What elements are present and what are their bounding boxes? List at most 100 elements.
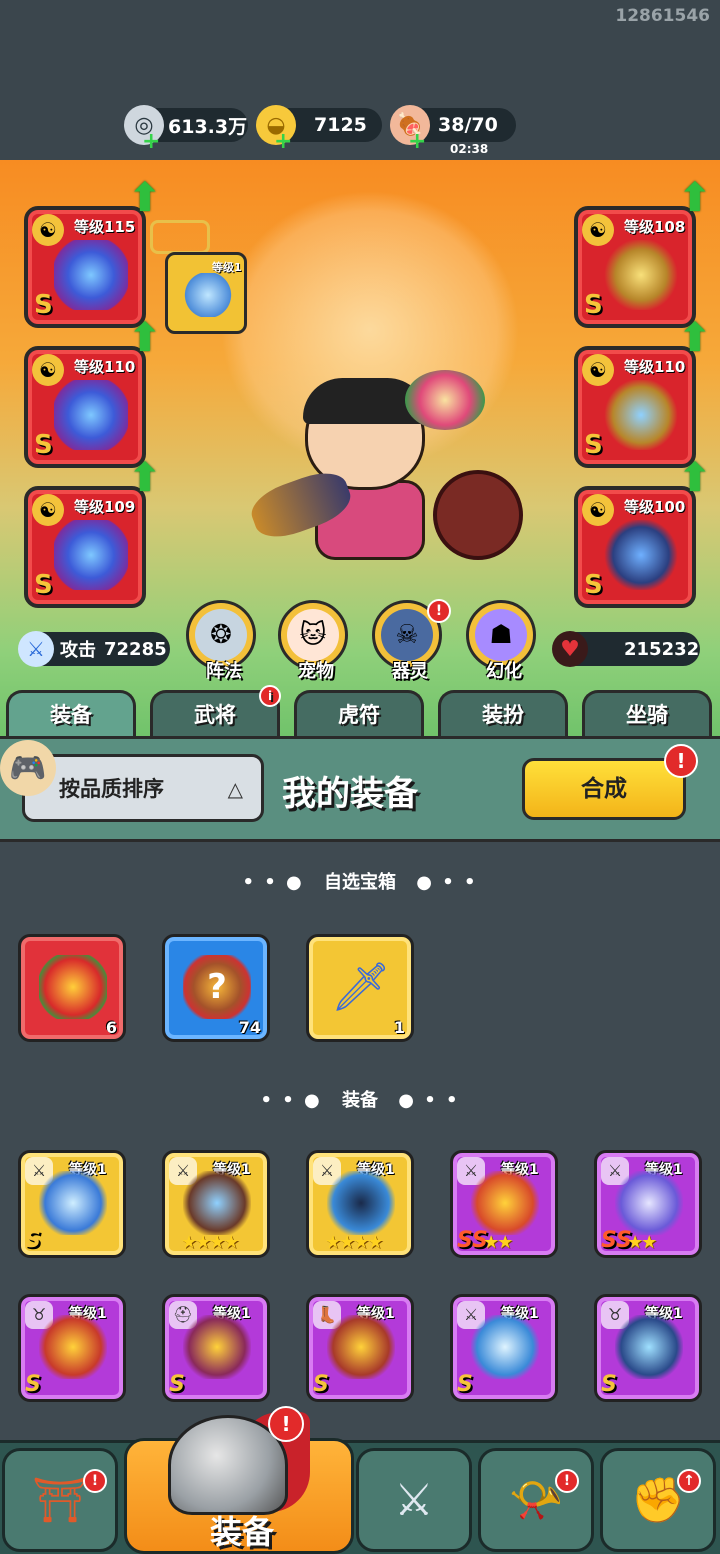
add-coins-icon[interactable]: + [142, 129, 160, 154]
gate-icon: ⛩ [32, 1475, 88, 1526]
tab-costume[interactable]: 装扮 [438, 690, 568, 736]
attack-label: 攻击 [60, 640, 96, 661]
chest-section-header: • • ● 自选宝箱 ● • • [0, 868, 720, 894]
equip-slot-accessory-2[interactable]: ☯ 等级110 S [574, 346, 696, 468]
trident-icon [615, 1171, 683, 1235]
grade-label: S [34, 570, 53, 600]
formation-button[interactable]: ❂ 阵法 [186, 600, 256, 682]
grade-label: S [34, 290, 53, 320]
stamina-value: 38/70 [438, 114, 498, 136]
equip-slot-helmet[interactable]: ☯ 等级109 S [24, 486, 146, 608]
slot-level: 等级110 [624, 358, 686, 376]
equipment-item[interactable]: ⚔ 等级1 S [450, 1294, 558, 1402]
gold-value: 7125 [314, 114, 367, 136]
nav-city-button[interactable]: ⛩ ! [2, 1448, 118, 1552]
mystery-chest-icon: ? [183, 955, 251, 1019]
equip-slot-accessory-3[interactable]: ☯ 等级100 S [574, 486, 696, 608]
sword-icon: ⚔ [18, 631, 54, 667]
equip-section-header: • • ● 装备 ● • • [0, 1086, 720, 1112]
transform-icon: ☗ [475, 609, 527, 661]
panel-title: 我的装备 [282, 774, 418, 814]
add-stamina-icon[interactable]: + [408, 129, 426, 154]
item-stars: ★★ [627, 1232, 657, 1253]
pet-button[interactable]: 🐱 宠物 [278, 600, 348, 682]
upgrade-arrow-icon: ⬆ [678, 455, 712, 501]
info-badge: i [259, 685, 281, 707]
dots-decoration: • • ● [260, 1090, 322, 1111]
equipment-item[interactable]: ♉ 等级1 S [18, 1294, 126, 1402]
hp-stat: ♥ 215232 [552, 631, 700, 667]
equipment-item[interactable]: ⛑ 等级1 S [162, 1294, 270, 1402]
bomb-icon [327, 1171, 395, 1235]
armor-icon [54, 380, 128, 450]
sort-label: 按品质排序 [59, 777, 164, 801]
item-stars: ★★★★ [181, 1232, 240, 1253]
equipment-item[interactable]: ⚔ 等级1 ★★★★ [306, 1150, 414, 1258]
gold-counter[interactable]: ◒ 7125 + [256, 105, 382, 154]
shield-icon [433, 470, 523, 560]
spirit-icon: ☠ [381, 609, 433, 661]
equipment-item[interactable]: ⚔ 等级1 SS ★★ [594, 1150, 702, 1258]
item-count: 1 [393, 1018, 405, 1037]
equipment-item[interactable]: ⚔ 等级1 SS ★★ [450, 1150, 558, 1258]
notification-badge: ! [427, 599, 451, 623]
nav-upgrade-button[interactable]: ✊ ↑ [600, 1448, 716, 1552]
hero-character[interactable] [245, 340, 523, 580]
grade-label: S [584, 570, 603, 600]
chest-item[interactable]: 6 [18, 934, 126, 1042]
treasure-chest-icon [39, 955, 107, 1019]
item-stars: ★★★★ [325, 1232, 384, 1253]
crossbow-icon [183, 1171, 251, 1235]
notification-badge: ! [268, 1406, 304, 1442]
dots-decoration: • • ● [242, 872, 304, 893]
sort-by-quality-button[interactable]: 按品质排序 △ [22, 754, 264, 822]
coins-counter[interactable]: ◎ 613.3万 + [124, 105, 248, 154]
dragon-blade-icon [471, 1171, 539, 1235]
boots-icon [604, 380, 678, 450]
stamina-timer: 02:38 [450, 142, 489, 156]
item-grade: S [25, 1228, 41, 1253]
dots-decoration: ● • • [416, 872, 478, 893]
linked-equip-slot[interactable]: 等级1 [165, 252, 247, 334]
synth-label: 合成 [581, 776, 627, 802]
nav-hero-button[interactable]: 📯 ! [478, 1448, 594, 1552]
armor-icon [327, 1315, 395, 1379]
attack-value: 72285 [104, 638, 167, 660]
equipment-item[interactable]: ⚔ 等级1 S [18, 1150, 126, 1258]
item-grade: S [313, 1372, 329, 1397]
necklace-icon [39, 1315, 107, 1379]
helmet-icon [183, 1315, 251, 1379]
item-grade: S [457, 1372, 473, 1397]
slot-level: 等级100 [624, 498, 686, 516]
stamina-counter[interactable]: 🍖 38/70 + 02:38 [390, 105, 516, 156]
equipment-item[interactable]: 👢 等级1 S [306, 1294, 414, 1402]
tab-generals[interactable]: 武将 i [150, 685, 281, 736]
chest-item[interactable]: ? 74 [162, 934, 270, 1042]
weapon-icon [54, 240, 128, 310]
nav-battle-button[interactable]: ⚔ [356, 1448, 472, 1552]
upgrade-badge: ↑ [677, 1469, 701, 1493]
tab-equipment[interactable]: 装备 [6, 690, 136, 736]
equip-slot-armor[interactable]: ☯ 等级110 S [24, 346, 146, 468]
tab-tiger-seal[interactable]: 虎符 [294, 690, 424, 736]
equip-slot-accessory-1[interactable]: ☯ 等级108 S [574, 206, 696, 328]
upgrade-arrow-icon: ⬆ [128, 455, 162, 501]
equipment-item[interactable]: ⚔ 等级1 ★★★★ [162, 1150, 270, 1258]
gamepad-icon[interactable]: 🎮 [0, 740, 56, 796]
sword-icon: 🗡 [330, 959, 392, 1015]
item-grade: S [601, 1372, 617, 1397]
transform-button[interactable]: ☗ 幻化 [466, 600, 536, 682]
add-gold-icon[interactable]: + [274, 129, 292, 154]
chest-item[interactable]: 🗡 1 [306, 934, 414, 1042]
equipment-item[interactable]: ♉ 等级1 S [594, 1294, 702, 1402]
spirit-button[interactable]: ☠ 器灵 ! [372, 599, 451, 682]
synth-badge: ! [664, 744, 698, 778]
triangle-up-icon: △ [227, 777, 243, 801]
equip-slot-weapon[interactable]: ☯ 等级115 S [24, 206, 146, 328]
tab-mount[interactable]: 坐骑 [582, 690, 712, 736]
grade-label: S [584, 290, 603, 320]
synthesize-button[interactable]: 合成 [522, 758, 686, 820]
item-count: 6 [105, 1018, 117, 1037]
notification-badge: ! [555, 1469, 579, 1493]
sword-icon [471, 1315, 539, 1379]
